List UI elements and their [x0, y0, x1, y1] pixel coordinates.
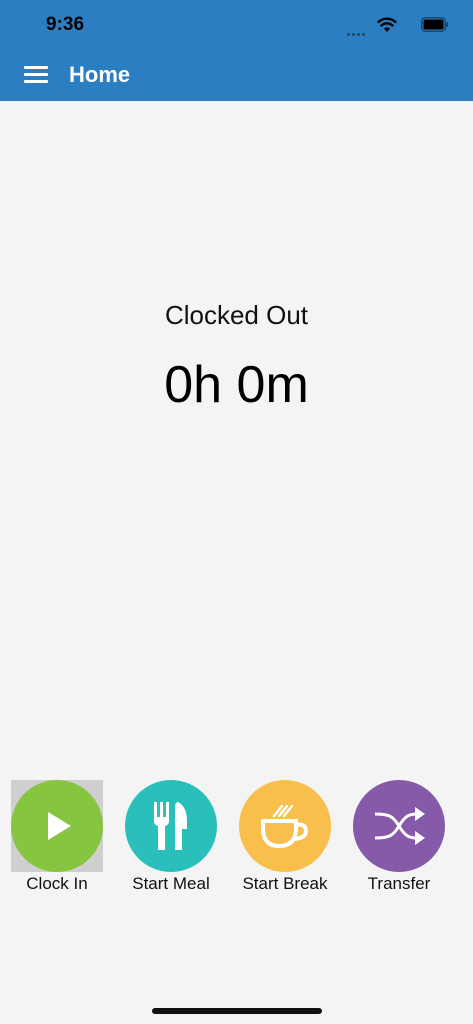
hamburger-menu-icon[interactable]	[24, 64, 48, 84]
fork-knife-icon	[154, 802, 187, 850]
clock-status-text: Clocked Out	[164, 300, 309, 330]
start-break-button[interactable]: Start Break	[228, 780, 342, 896]
start-meal-button[interactable]: Start Meal	[114, 780, 228, 896]
clock-in-button[interactable]: Clock In	[0, 780, 114, 896]
coffee-cup-icon	[261, 804, 309, 849]
start-meal-label: Start Meal	[132, 874, 210, 893]
shuffle-icon	[374, 807, 425, 845]
start-meal-circle	[125, 780, 217, 872]
signal-icon	[347, 23, 367, 36]
status-icons	[339, 15, 449, 36]
wifi-icon	[377, 17, 397, 32]
transfer-button[interactable]: Transfer	[342, 780, 456, 896]
play-icon	[48, 812, 71, 840]
start-break-label: Start Break	[242, 874, 328, 893]
page-title: Home	[69, 62, 131, 87]
action-bar: Clock In Start Meal Start Break Transfer	[0, 780, 473, 900]
clock-in-circle	[11, 780, 103, 872]
transfer-circle	[353, 780, 445, 872]
battery-icon	[421, 17, 448, 32]
clock-in-label: Clock In	[26, 874, 88, 893]
elapsed-time: 0h 0m	[164, 356, 309, 414]
top-bar: 9:36 Home	[0, 0, 473, 101]
start-break-circle	[239, 780, 331, 872]
home-indicator[interactable]	[152, 1008, 322, 1014]
transfer-label: Transfer	[367, 874, 431, 893]
status-time: 9:36	[46, 14, 85, 35]
